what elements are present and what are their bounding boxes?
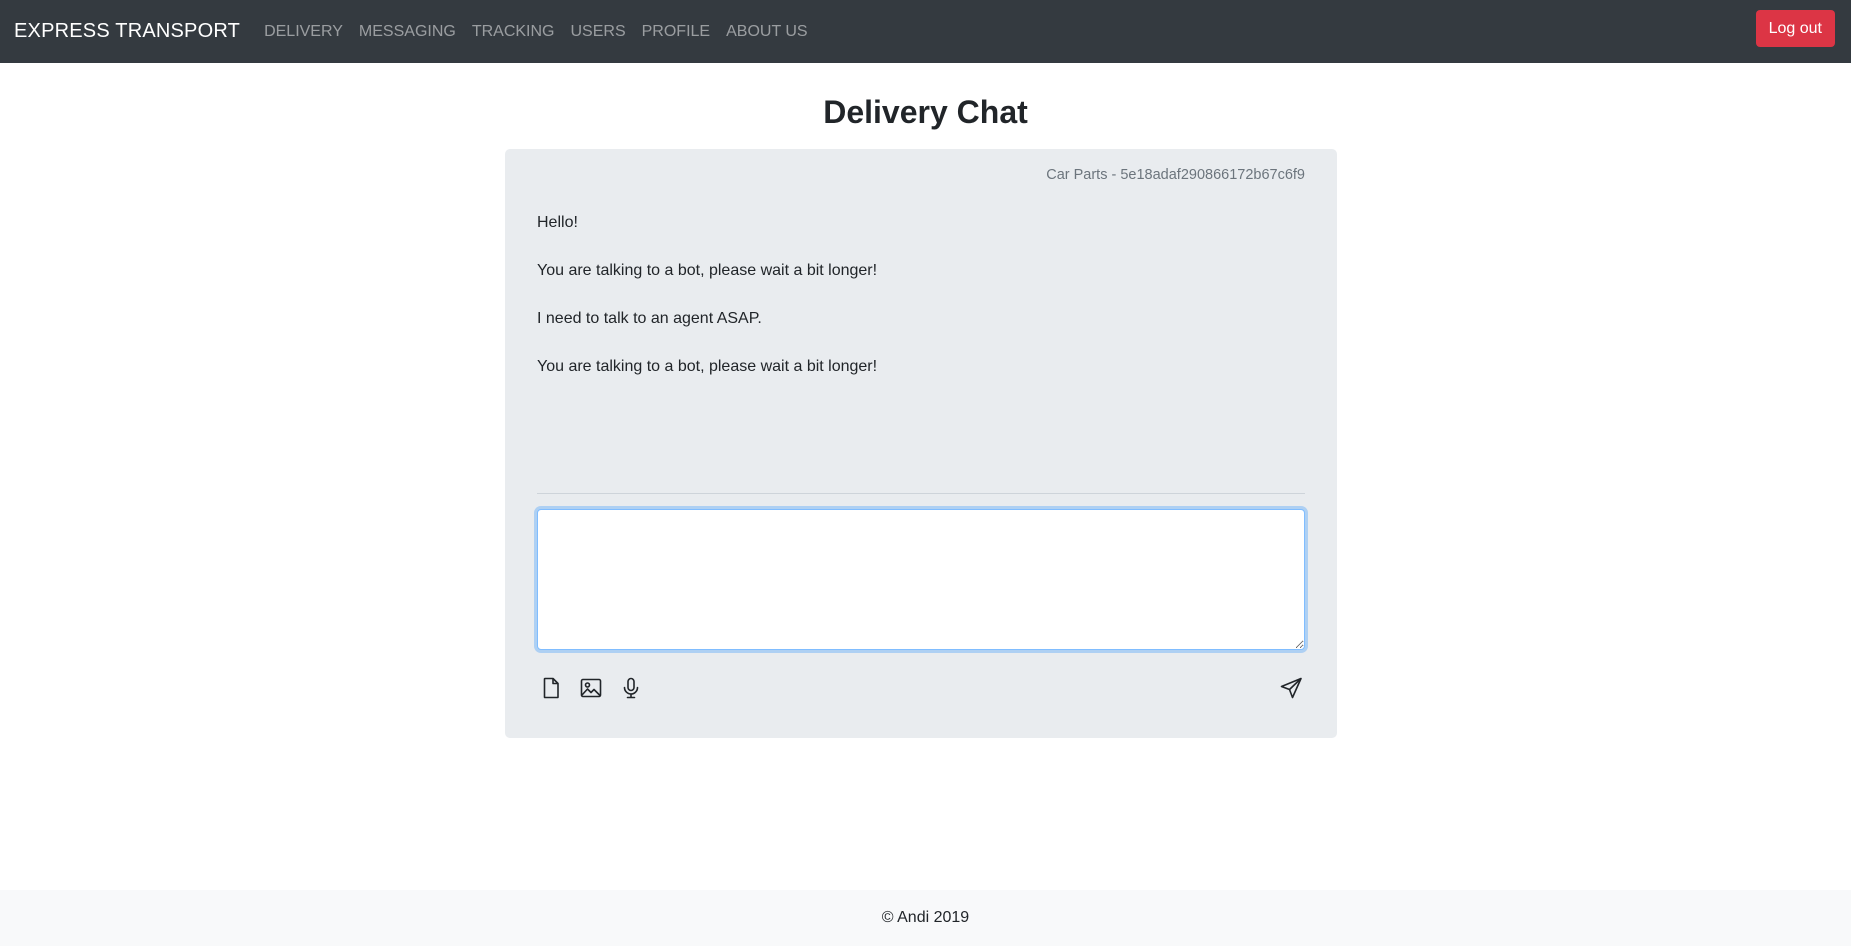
top-navbar: EXPRESS TRANSPORT DELIVERY MESSAGING TRA… [0,0,1851,63]
message-list: Hello! You are talking to a bot, please … [537,213,1305,405]
chat-subject: Car Parts - 5e18adaf290866172b67c6f9 [1046,167,1305,183]
chat-message: I need to talk to an agent ASAP. [537,310,762,327]
image-icon[interactable] [577,673,605,703]
chat-panel: Car Parts - 5e18adaf290866172b67c6f9 Hel… [505,149,1337,738]
page-footer: © Andi 2019 [0,890,1851,946]
message-input[interactable] [537,509,1305,650]
nav-delivery[interactable]: DELIVERY [264,23,351,41]
nav-profile[interactable]: PROFILE [634,23,718,41]
file-icon[interactable] [537,673,565,703]
chat-message: Hello! [537,214,578,231]
chat-message: You are talking to a bot, please wait a … [537,358,878,375]
copyright-text: © Andi 2019 [881,909,970,926]
microphone-icon[interactable] [617,673,645,703]
nav-users[interactable]: USERS [563,23,634,41]
brand-logo[interactable]: EXPRESS TRANSPORT [14,20,240,43]
page-title: Delivery Chat [823,94,1028,130]
nav-messaging[interactable]: MESSAGING [351,23,464,41]
chat-message: You are talking to a bot, please wait a … [537,262,878,279]
nav-links: DELIVERY MESSAGING TRACKING USERS PROFIL… [264,23,816,41]
message-divider [537,493,1305,494]
nav-about-us[interactable]: ABOUT US [718,23,816,41]
logout-button[interactable]: Log out [1755,10,1835,47]
chat-toolbar [537,673,1305,703]
send-icon[interactable] [1277,673,1305,703]
nav-tracking[interactable]: TRACKING [464,23,563,41]
